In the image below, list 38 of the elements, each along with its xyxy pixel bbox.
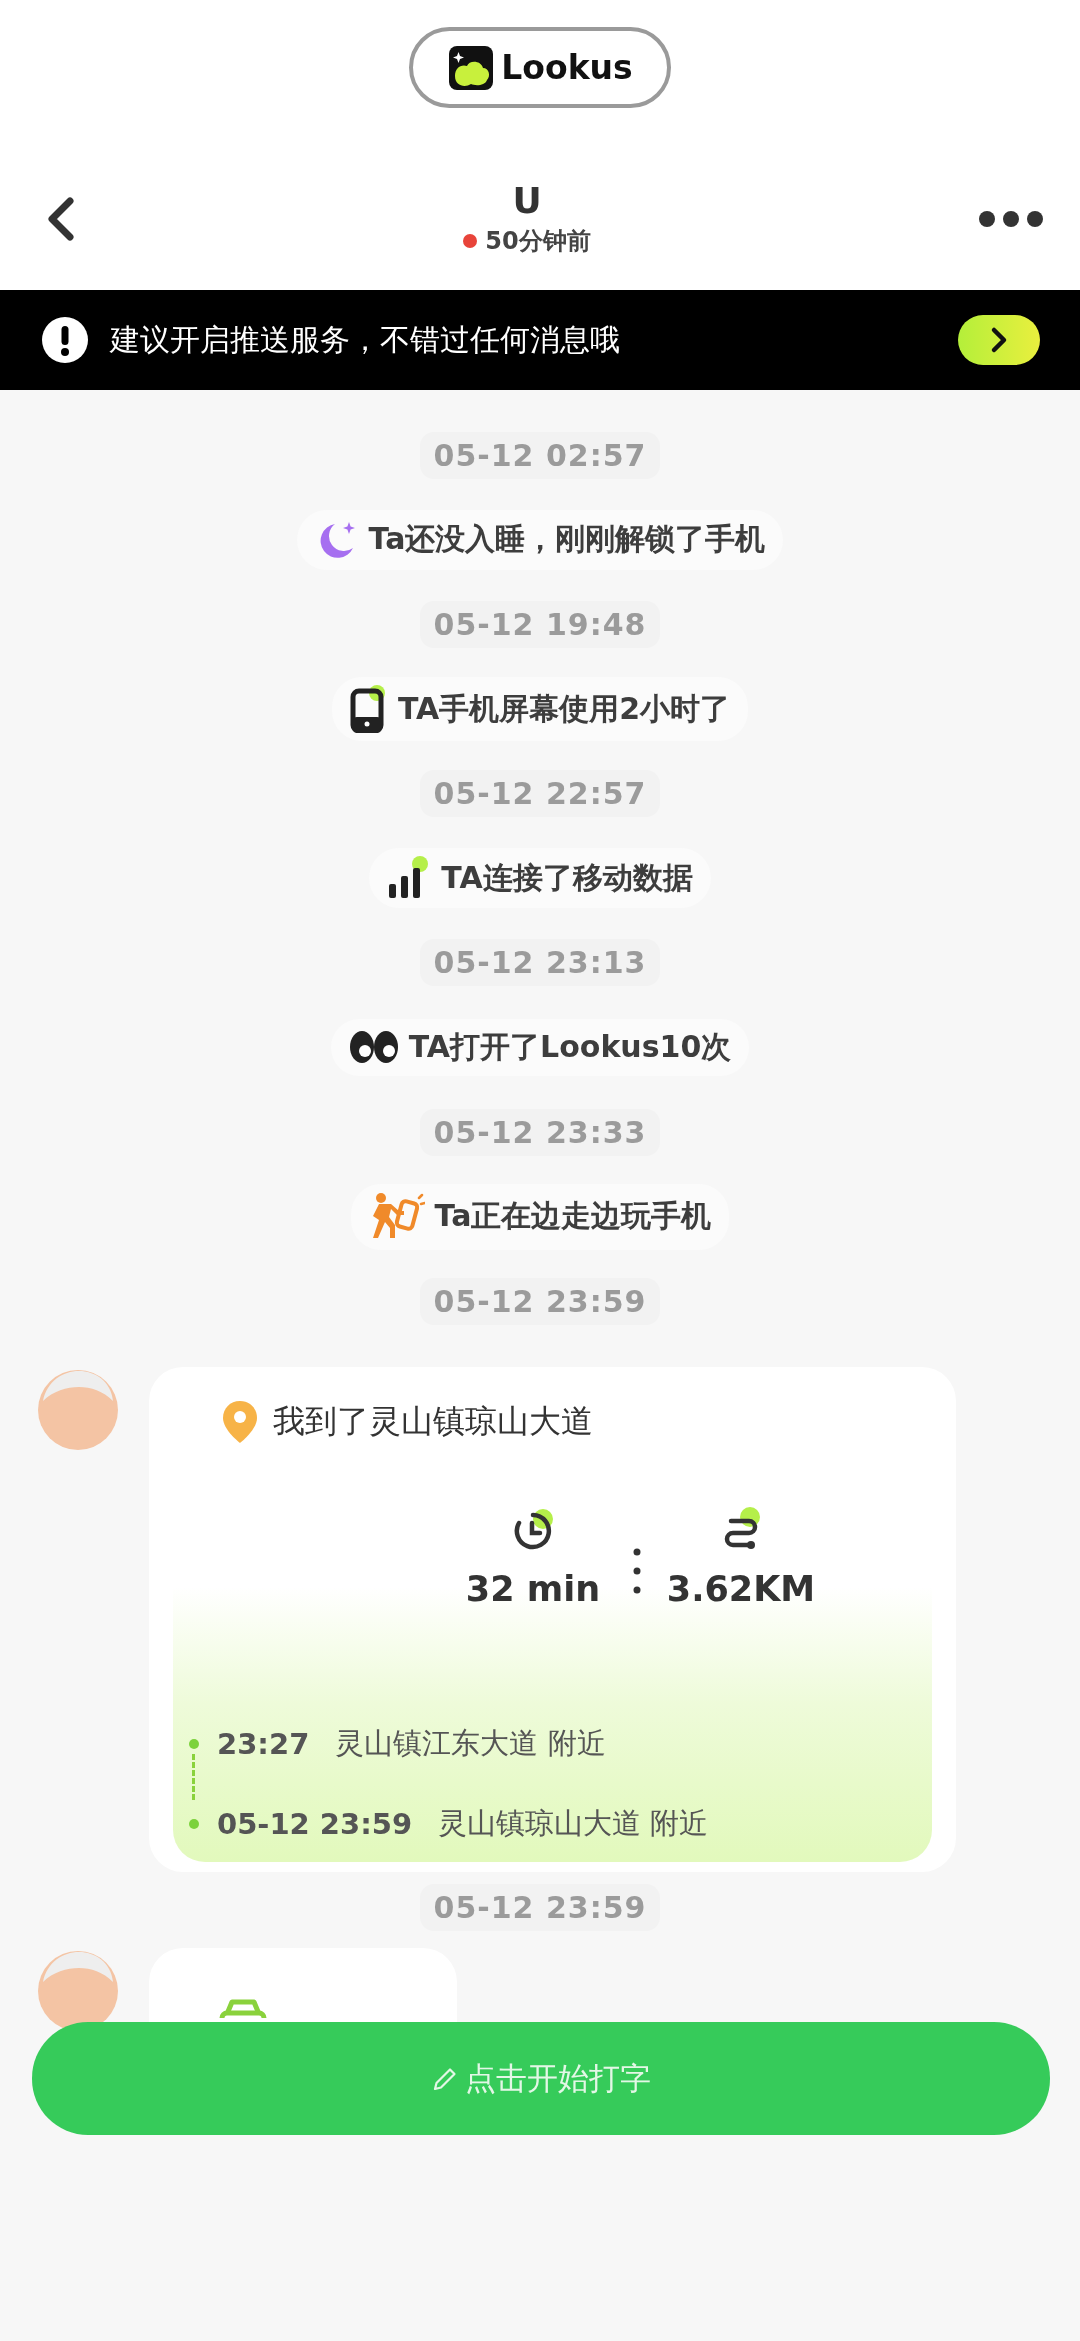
location-pin-icon (221, 1398, 259, 1445)
activity-text: TA手机屏幕使用2小时了 (397, 689, 731, 728)
status-dot-icon (463, 234, 478, 248)
stop-time: 23:27 (217, 1726, 310, 1761)
notice-text: 建议开启推送服务，不错过任何消息哦 (110, 320, 621, 359)
back-icon (46, 196, 76, 241)
timestamp: 05-12 23:59 (419, 1277, 661, 1325)
timestamp: 05-12 23:59 (419, 1884, 661, 1932)
timestamp: 05-12 19:48 (419, 601, 661, 648)
trip-title: 我到了灵山镇琼山大道 (273, 1400, 593, 1442)
eyes-icon (348, 1029, 399, 1066)
phone-icon (349, 685, 388, 734)
chevron-right-icon (989, 326, 1009, 354)
timestamp: 05-12 22:57 (419, 770, 661, 818)
stop-dot-icon (189, 1738, 199, 1749)
activity-text: TA打开了Lookus10次 (408, 1027, 732, 1066)
timestamp: 05-12 02:57 (419, 431, 661, 479)
alert-icon (42, 317, 88, 363)
activity-text: Ta还没入睡，刚刚解锁了手机 (368, 520, 766, 559)
open-settings-button[interactable] (958, 315, 1040, 365)
distance-value: 3.62KM (666, 1568, 816, 1609)
duration-value: 32 min (465, 1568, 601, 1609)
activity-text: TA连接了移动数据 (441, 858, 693, 897)
activity-text: Ta正在边走边玩手机 (434, 1197, 712, 1236)
last-seen-text: 50分钟前 (485, 226, 591, 257)
logo-icon (449, 45, 494, 90)
stop-time: 05-12 23:59 (217, 1806, 413, 1841)
timestamp: 05-12 23:33 (419, 1108, 661, 1156)
contact-name: U (512, 180, 542, 221)
stop-dot-icon (189, 1818, 199, 1829)
timestamp: 05-12 23:13 (419, 939, 661, 987)
compose-button[interactable]: 点击开始打字 (32, 2022, 1050, 2135)
app-badge: Lookus (409, 27, 671, 108)
divider-dots-icon (633, 1546, 641, 1595)
stop-place: 灵山镇琼山大道 附近 (438, 1804, 709, 1842)
stop-place: 灵山镇江东大道 附近 (335, 1724, 606, 1762)
car-icon (219, 1998, 267, 2019)
more-icon (978, 209, 1044, 228)
